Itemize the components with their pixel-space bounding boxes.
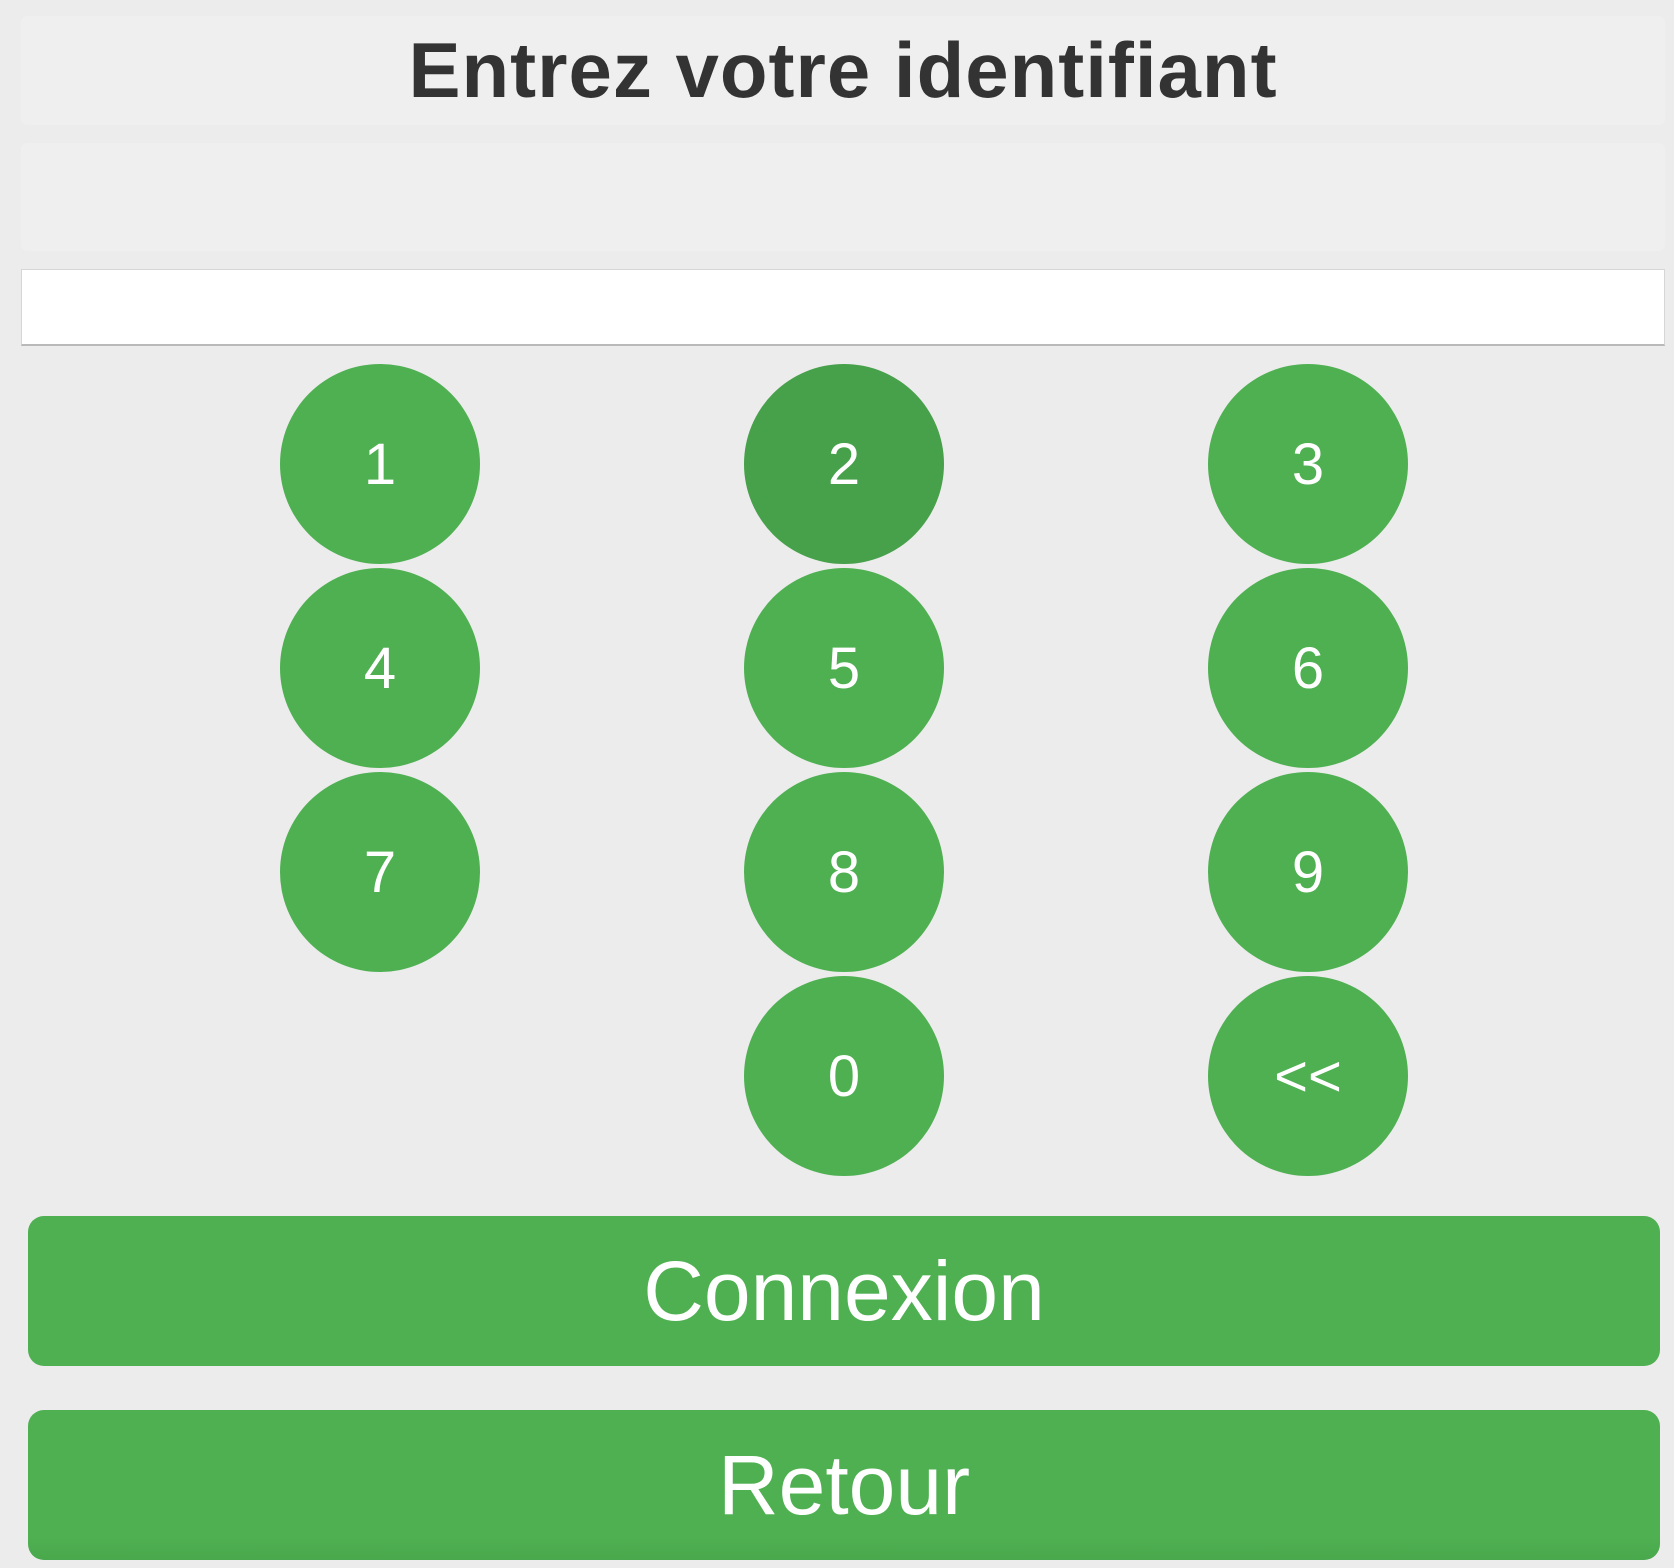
key-1-button[interactable]: 1 <box>280 364 480 564</box>
key-7-button[interactable]: 7 <box>280 772 480 972</box>
title-bar: Entrez votre identifiant <box>21 16 1665 125</box>
key-0-button[interactable]: 0 <box>744 976 944 1176</box>
login-page: Entrez votre identifiant 1 2 3 4 5 6 7 8… <box>0 0 1674 1568</box>
message-panel <box>21 143 1665 251</box>
key-5-button[interactable]: 5 <box>744 568 944 768</box>
identifier-input[interactable] <box>21 269 1665 346</box>
key-2-button[interactable]: 2 <box>744 364 944 564</box>
key-8-button[interactable]: 8 <box>744 772 944 972</box>
key-9-button[interactable]: 9 <box>1208 772 1408 972</box>
backspace-button[interactable]: << <box>1208 976 1408 1176</box>
page-title: Entrez votre identifiant <box>408 26 1278 114</box>
key-3-button[interactable]: 3 <box>1208 364 1408 564</box>
retour-button[interactable]: Retour <box>28 1410 1660 1560</box>
connexion-button[interactable]: Connexion <box>28 1216 1660 1366</box>
key-4-button[interactable]: 4 <box>280 568 480 768</box>
key-6-button[interactable]: 6 <box>1208 568 1408 768</box>
